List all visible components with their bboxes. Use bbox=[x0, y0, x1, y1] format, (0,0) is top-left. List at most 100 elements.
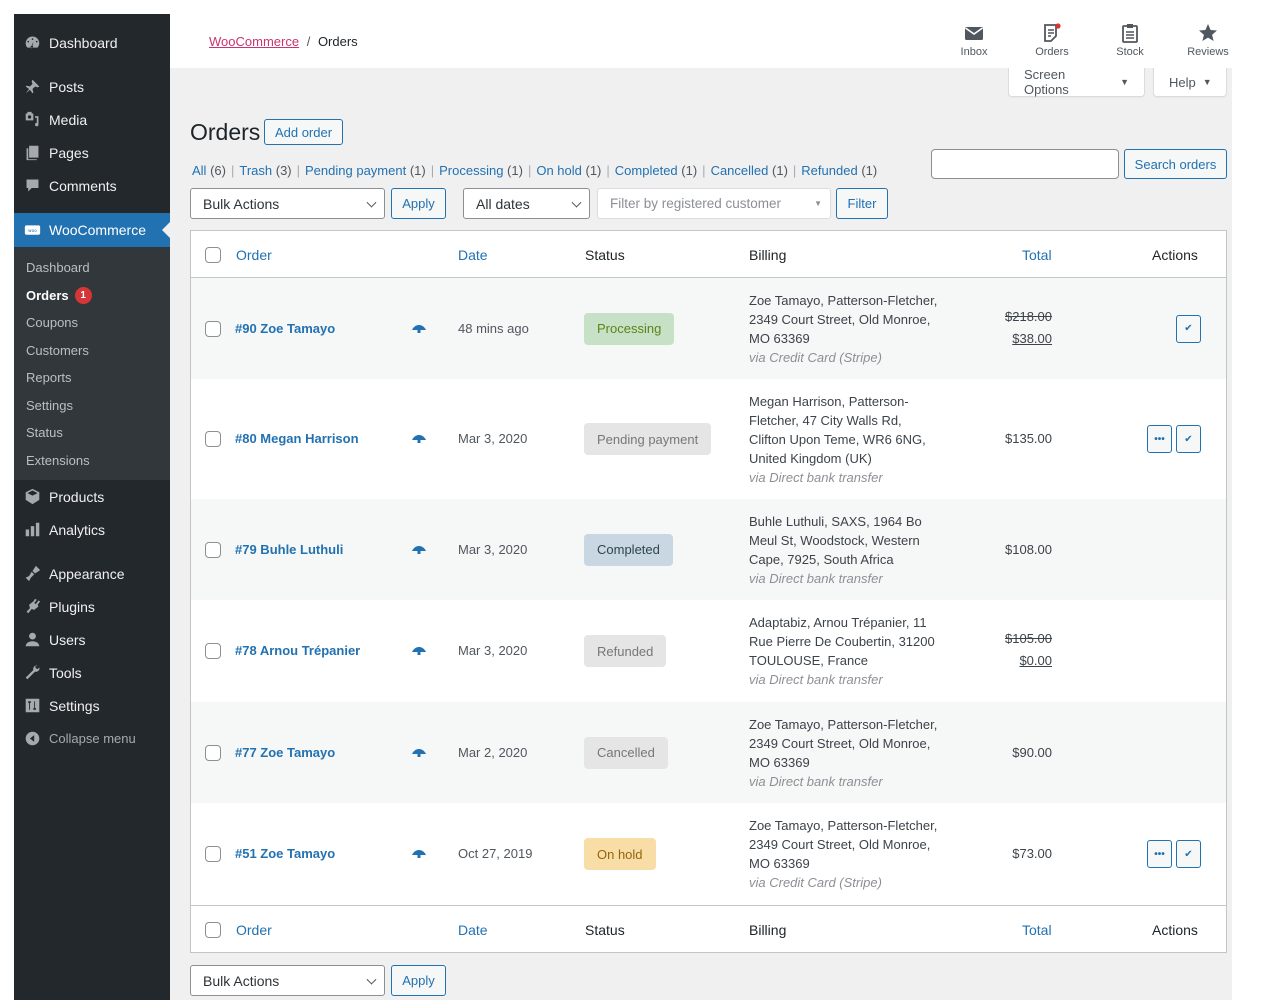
sidebar-item-appearance[interactable]: Appearance bbox=[14, 557, 170, 590]
order-date: Mar 3, 2020 bbox=[458, 541, 528, 557]
mark-complete-button[interactable]: ✔ bbox=[1176, 425, 1201, 453]
row-checkbox[interactable] bbox=[205, 541, 221, 558]
submenu-item-customers[interactable]: Customers bbox=[14, 337, 170, 365]
pages-icon bbox=[23, 144, 41, 162]
activity-inbox[interactable]: Inbox bbox=[944, 22, 1004, 58]
mark-processing-button[interactable]: ••• bbox=[1147, 425, 1172, 453]
column-status: Status bbox=[585, 247, 625, 263]
sidebar-item-tools[interactable]: Tools bbox=[14, 656, 170, 689]
bulk-actions-select[interactable]: Bulk Actions bbox=[190, 188, 385, 219]
screen-options-button[interactable]: Screen Options ▼ bbox=[1008, 67, 1145, 97]
sidebar-item-plugins[interactable]: Plugins bbox=[14, 590, 170, 623]
payment-method: via Direct bank transfer bbox=[749, 570, 883, 586]
select-all-checkbox-footer[interactable] bbox=[205, 922, 221, 938]
add-order-button[interactable]: Add order bbox=[264, 119, 343, 145]
table-body: #90 Zoe Tamayo 48 mins ago Processing Zoe T… bbox=[191, 278, 1226, 905]
breadcrumb-woocommerce-link[interactable]: WooCommerce bbox=[209, 34, 299, 49]
order-link[interactable]: #90 Zoe Tamayo bbox=[235, 321, 335, 336]
submenu-item-coupons[interactable]: Coupons bbox=[14, 309, 170, 337]
help-button[interactable]: Help ▼ bbox=[1153, 68, 1227, 97]
wrench-icon bbox=[23, 664, 41, 682]
table-row: #80 Megan Harrison Mar 3, 2020 Pending pay… bbox=[191, 379, 1226, 499]
activity-orders[interactable]: Orders bbox=[1022, 22, 1082, 58]
submenu-item-status[interactable]: Status bbox=[14, 419, 170, 447]
activity-stock[interactable]: Stock bbox=[1100, 22, 1160, 58]
view-trash[interactable]: Trash bbox=[239, 163, 272, 178]
view-pending-payment[interactable]: Pending payment bbox=[305, 163, 406, 178]
sidebar-item-dashboard[interactable]: Dashboard bbox=[14, 26, 170, 59]
view-on-hold[interactable]: On hold bbox=[536, 163, 582, 178]
preview-eye-icon[interactable] bbox=[411, 324, 427, 334]
view-separator: | bbox=[606, 163, 610, 178]
view-separator: | bbox=[792, 163, 797, 178]
status-badge: Pending payment bbox=[584, 423, 712, 455]
filter-button[interactable]: Filter bbox=[836, 188, 888, 219]
status-badge: Refunded bbox=[584, 635, 667, 667]
apply-button-bottom[interactable]: Apply bbox=[391, 965, 446, 996]
row-checkbox[interactable] bbox=[205, 744, 221, 761]
view-cancelled[interactable]: Cancelled bbox=[711, 163, 769, 178]
column-date[interactable]: Date bbox=[458, 247, 488, 263]
sidebar-item-analytics[interactable]: Analytics bbox=[14, 513, 170, 546]
preview-eye-icon[interactable] bbox=[411, 545, 427, 555]
sidebar-item-woocommerce[interactable]: woo WooCommerce bbox=[14, 213, 170, 247]
preview-eye-icon[interactable] bbox=[411, 646, 427, 656]
order-link[interactable]: #80 Megan Harrison bbox=[235, 431, 359, 446]
billing-line: MO 63369 bbox=[749, 856, 810, 871]
sidebar-item-comments[interactable]: Comments bbox=[14, 169, 170, 202]
submenu-item-extensions[interactable]: Extensions bbox=[14, 447, 170, 475]
mark-complete-button[interactable]: ✔ bbox=[1176, 314, 1201, 343]
row-checkbox[interactable] bbox=[205, 431, 221, 447]
activity-reviews[interactable]: Reviews bbox=[1178, 22, 1238, 58]
billing-line: Meul St, Woodstock, Western bbox=[749, 532, 920, 548]
sidebar-item-users[interactable]: Users bbox=[14, 623, 170, 656]
sidebar-item-posts[interactable]: Posts bbox=[14, 70, 170, 103]
billing-address: Zoe Tamayo, Patterson-Fletcher, 2349 Cour… bbox=[749, 816, 954, 892]
mark-complete-button[interactable]: ✔ bbox=[1176, 840, 1201, 868]
view-count: (1) bbox=[772, 163, 788, 178]
table-header: Order Date Status Billing Total Actions bbox=[191, 231, 1226, 278]
row-actions: ••• ✔ bbox=[1147, 425, 1201, 453]
view-completed[interactable]: Completed bbox=[615, 163, 678, 178]
media-icon bbox=[23, 111, 41, 129]
bulk-actions-select-bottom[interactable]: Bulk Actions bbox=[190, 965, 385, 996]
order-link[interactable]: #78 Arnou Trépanier bbox=[235, 643, 360, 658]
view-processing[interactable]: Processing bbox=[439, 163, 503, 178]
column-total-footer[interactable]: Total bbox=[1022, 922, 1052, 938]
sidebar-item-products[interactable]: Products bbox=[14, 480, 170, 513]
order-link[interactable]: #77 Zoe Tamayo bbox=[235, 745, 335, 760]
preview-eye-icon[interactable] bbox=[411, 434, 427, 444]
user-icon bbox=[23, 631, 41, 649]
sidebar-item-media[interactable]: Media bbox=[14, 103, 170, 136]
collapse-menu-button[interactable]: Collapse menu bbox=[14, 722, 170, 755]
row-checkbox[interactable] bbox=[205, 320, 221, 337]
sidebar-item-pages[interactable]: Pages bbox=[14, 136, 170, 169]
select-all-checkbox[interactable] bbox=[205, 247, 221, 263]
customer-filter-select[interactable]: Filter by registered customer ▼ bbox=[597, 188, 831, 219]
row-checkbox[interactable] bbox=[205, 643, 221, 659]
billing-line: Zoe Tamayo, Patterson-Fletcher, bbox=[749, 292, 938, 308]
checkmark-icon: ✔ bbox=[1184, 433, 1193, 445]
submenu-item-dashboard[interactable]: Dashboard bbox=[14, 254, 170, 282]
date-filter-select[interactable]: All dates bbox=[463, 188, 590, 219]
column-date-footer[interactable]: Date bbox=[458, 922, 488, 938]
submenu-item-reports[interactable]: Reports bbox=[14, 364, 170, 392]
order-link[interactable]: #51 Zoe Tamayo bbox=[235, 846, 335, 861]
preview-eye-icon[interactable] bbox=[411, 748, 427, 758]
view-refunded[interactable]: Refunded bbox=[801, 163, 857, 178]
column-order-footer[interactable]: Order bbox=[236, 922, 272, 938]
order-link[interactable]: #79 Buhle Luthuli bbox=[235, 542, 343, 557]
table-row: #77 Zoe Tamayo Mar 2, 2020 Cancelled Zoe Ta… bbox=[191, 702, 1226, 803]
sidebar-item-settings[interactable]: Settings bbox=[14, 689, 170, 722]
apply-button[interactable]: Apply bbox=[391, 188, 446, 219]
submenu-item-orders[interactable]: Orders 1 bbox=[14, 282, 170, 310]
view-all[interactable]: All bbox=[192, 163, 206, 178]
preview-eye-icon[interactable] bbox=[411, 849, 427, 859]
column-total[interactable]: Total bbox=[1022, 247, 1052, 263]
search-orders-input[interactable] bbox=[931, 149, 1119, 179]
search-orders-button[interactable]: Search orders bbox=[1124, 149, 1227, 179]
column-order[interactable]: Order bbox=[236, 247, 272, 263]
submenu-item-settings[interactable]: Settings bbox=[14, 392, 170, 420]
mark-processing-button[interactable]: ••• bbox=[1147, 840, 1172, 868]
row-checkbox[interactable] bbox=[205, 846, 221, 862]
